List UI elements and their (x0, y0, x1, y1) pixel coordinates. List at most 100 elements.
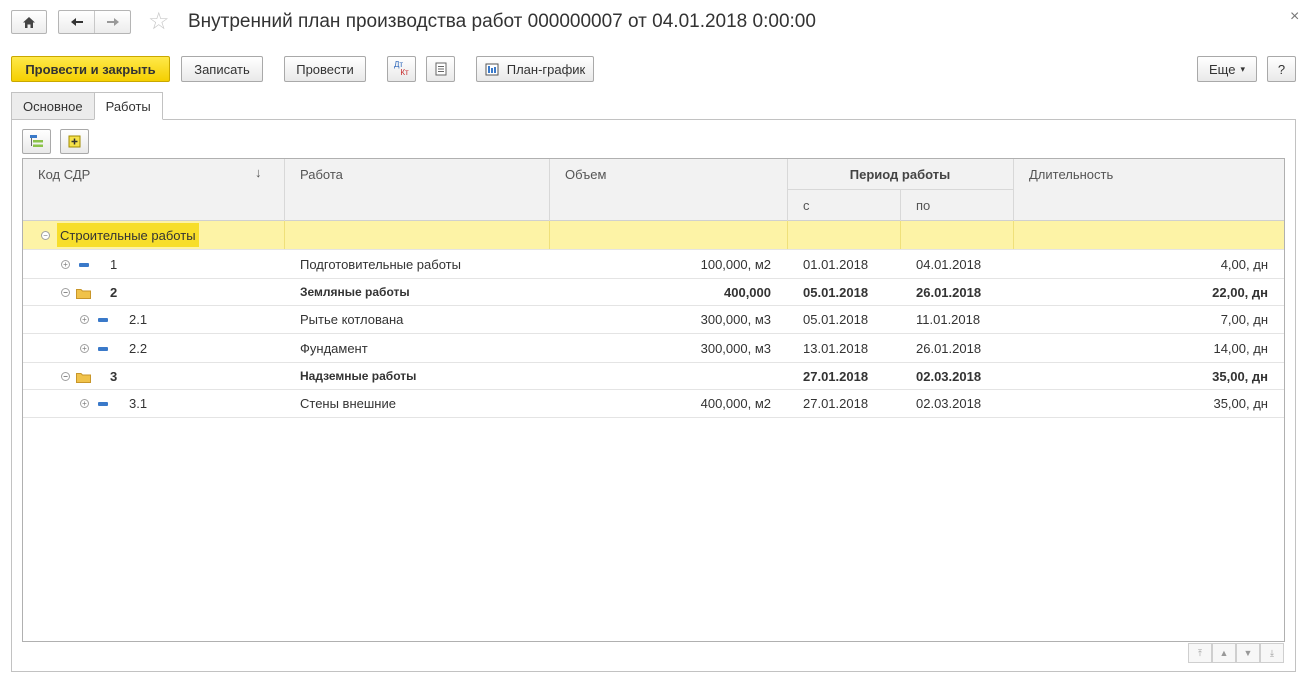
cell-duration: 35,00, дн (1212, 368, 1268, 384)
title-bar: ☆ Внутренний план производства работ 000… (0, 0, 1315, 46)
cell-code: 2.1 (129, 312, 148, 327)
post-and-close-button[interactable]: Провести и закрыть (11, 56, 170, 82)
cell-work: Надземные работы (300, 369, 417, 383)
tree-expand-icon (29, 134, 43, 147)
cell-volume: 100,000, м2 (700, 256, 771, 272)
sort-arrow-icon: ↓ (255, 165, 262, 180)
cell-code: Строительные работы (57, 223, 199, 247)
work-item-icon (79, 263, 89, 267)
cell-work: Земляные работы (300, 285, 410, 299)
cell-date-from: 05.01.2018 (803, 284, 869, 300)
cell-volume: 400,000 (724, 284, 771, 300)
chevron-up-icon: ▲ (1219, 648, 1229, 658)
tab-main[interactable]: Основное (11, 92, 95, 120)
cell-work: Фундамент (300, 340, 368, 356)
cell-date-from: 13.01.2018 (803, 340, 869, 356)
back-button[interactable] (59, 11, 95, 33)
work-item-icon (98, 402, 108, 406)
table-row[interactable]: − 3 Надземные работы 27.01.2018 02.03.2018 35… (23, 363, 1284, 390)
report-button[interactable] (426, 56, 455, 82)
save-button[interactable]: Записать (181, 56, 263, 82)
scroll-to-bottom-button[interactable]: ⤓ (1260, 643, 1284, 663)
chevron-down-icon: ▼ (1243, 648, 1253, 658)
cell-code: 1 (110, 256, 118, 272)
work-item-icon (98, 347, 108, 351)
dt-kt-icon: Дт Кт (393, 60, 409, 77)
favorite-star-icon[interactable]: ☆ (148, 9, 170, 35)
window-title: Внутренний план производства работ 00000… (188, 11, 816, 32)
expand-all-button[interactable] (22, 129, 51, 154)
help-button[interactable]: ? (1267, 56, 1296, 82)
scroll-up-button[interactable]: ▲ (1212, 643, 1236, 663)
col-header-work[interactable]: Работа (300, 167, 343, 182)
more-button-label: Еще (1209, 61, 1236, 77)
collapse-icon[interactable]: − (61, 288, 70, 297)
cell-date-from: 05.01.2018 (803, 312, 869, 327)
table-row[interactable]: − 2 Земляные работы 400,000 05.01.2018 26.01.… (23, 279, 1284, 306)
arrow-left-icon (70, 18, 83, 26)
collapse-icon[interactable]: − (41, 231, 50, 240)
scroll-top-icon: ⤒ (1198, 647, 1202, 658)
scroll-to-top-button[interactable]: ⤒ (1188, 643, 1212, 663)
cell-work: Рытье котлована (300, 312, 404, 327)
cell-duration: 4,00, дн (1220, 256, 1268, 272)
tab-works[interactable]: Работы (93, 92, 163, 120)
cell-work: Подготовительные работы (300, 256, 461, 272)
cell-code: 2.2 (129, 340, 148, 356)
cell-volume: 400,000, м2 (700, 396, 771, 411)
cell-volume: 300,000, м3 (700, 312, 771, 327)
works-table: Код СДР ↓ Работа Объем Период работы с п… (22, 158, 1285, 642)
expand-icon[interactable]: + (61, 260, 70, 269)
cell-date-to: 26.01.2018 (916, 284, 982, 300)
document-icon (435, 62, 446, 76)
folder-icon (76, 373, 91, 383)
chevron-down-icon: ▾ (1240, 63, 1245, 74)
cell-code: 3.1 (129, 396, 148, 411)
navigation-buttons (58, 10, 131, 34)
cell-duration: 35,00, дн (1213, 396, 1268, 411)
col-header-code[interactable]: Код СДР (38, 167, 90, 182)
col-header-to[interactable]: по (916, 198, 930, 213)
table-row[interactable]: − Строительные работы (23, 221, 1284, 250)
cell-volume (549, 363, 771, 389)
schedule-button[interactable]: План-график (476, 56, 594, 82)
col-header-duration[interactable]: Длительность (1029, 167, 1113, 182)
table-row[interactable]: +1 Подготовительные работы 100,000, м2 01.0… (23, 250, 1284, 279)
table-header: Код СДР ↓ Работа Объем Период работы с п… (23, 159, 1284, 221)
cell-date-from: 27.01.2018 (803, 368, 869, 384)
table-row[interactable]: +3.1 Стены внешние 400,000, м2 27.01.2018 02… (23, 390, 1284, 418)
cell-date-from: 01.01.2018 (803, 256, 869, 272)
cell-duration: 14,00, дн (1213, 340, 1268, 356)
add-item-button[interactable] (60, 129, 89, 154)
cell-duration (1013, 221, 1268, 249)
cell-volume (549, 221, 771, 249)
work-item-icon (98, 318, 108, 322)
cell-date-from: 27.01.2018 (803, 396, 869, 411)
expand-icon[interactable]: + (80, 399, 89, 408)
scroll-down-button[interactable]: ▼ (1236, 643, 1260, 663)
cell-duration: 7,00, дн (1220, 312, 1268, 327)
schedule-button-label: План-график (506, 61, 586, 77)
cell-date-to: 02.03.2018 (916, 368, 982, 384)
cell-date-to: 11.01.2018 (916, 312, 981, 327)
dt-kt-button[interactable]: Дт Кт (387, 56, 416, 82)
expand-icon[interactable]: + (80, 344, 89, 353)
home-button[interactable] (11, 10, 47, 34)
home-icon (23, 16, 35, 28)
forward-button[interactable] (95, 11, 130, 33)
table-row[interactable]: +2.1 Рытье котлована 300,000, м3 05.01.2018… (23, 306, 1284, 334)
table-row[interactable]: +2.2 Фундамент 300,000, м3 13.01.2018 26.01.… (23, 334, 1284, 363)
post-button[interactable]: Провести (284, 56, 366, 82)
scroll-bottom-icon: ⤓ (1270, 647, 1274, 658)
more-button[interactable]: Еще ▾ (1197, 56, 1257, 82)
col-header-volume[interactable]: Объем (565, 167, 606, 182)
add-icon (68, 135, 80, 147)
collapse-icon[interactable]: − (61, 372, 70, 381)
close-icon[interactable]: × (1290, 8, 1299, 26)
gantt-chart-icon (485, 63, 499, 76)
cell-volume: 300,000, м3 (700, 340, 771, 356)
cell-code: 2 (110, 284, 118, 300)
col-header-from[interactable]: с (803, 198, 810, 213)
col-header-period: Период работы (849, 167, 951, 182)
expand-icon[interactable]: + (80, 315, 89, 324)
